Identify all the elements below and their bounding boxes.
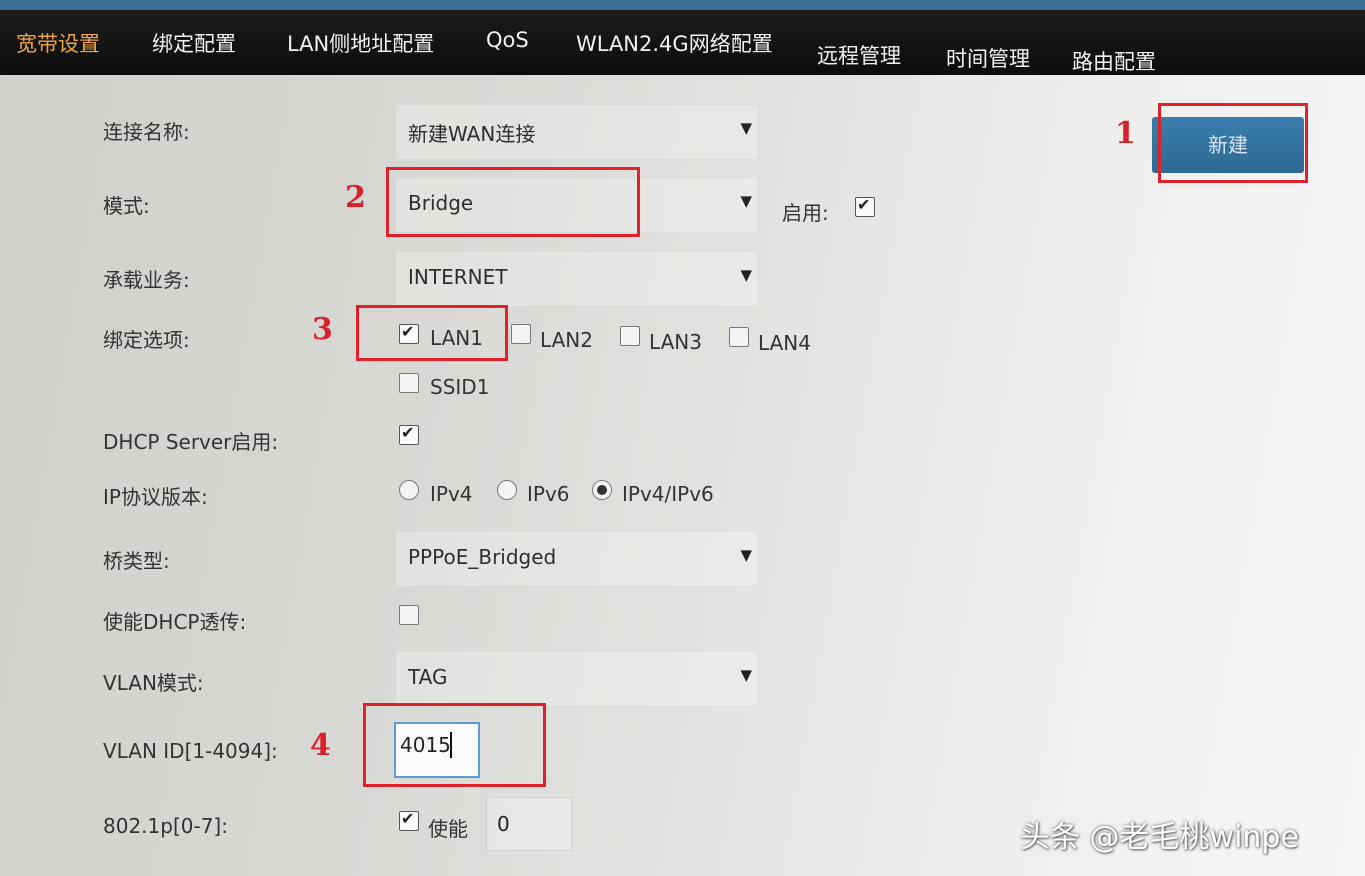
connection-name-select[interactable]: 新建WAN连接 ▼ xyxy=(395,104,759,160)
priority-enable-label: 使能 xyxy=(428,817,468,841)
connection-name-label: 连接名称: xyxy=(103,120,190,144)
ipv4-ipv6-label: IPv4/IPv6 xyxy=(622,482,714,506)
nav-tab-remote[interactable]: 远程管理 xyxy=(817,40,901,70)
vlan-mode-label: VLAN模式: xyxy=(103,671,204,695)
annotation-marker-3: 3 xyxy=(312,312,333,347)
bridge-type-label: 桥类型: xyxy=(103,549,170,573)
annotation-marker-1: 1 xyxy=(1115,116,1136,151)
lan3-checkbox[interactable] xyxy=(620,326,640,346)
lan4-label: LAN4 xyxy=(758,331,811,355)
priority-label: 802.1p[0-7]: xyxy=(103,814,228,838)
annotation-marker-4: 4 xyxy=(310,728,331,763)
enable-checkbox[interactable] xyxy=(855,195,875,217)
highlight-box-4 xyxy=(363,703,546,787)
annotation-marker-2: 2 xyxy=(345,180,366,215)
lan2-label: LAN2 xyxy=(540,328,593,352)
lan3-label: LAN3 xyxy=(649,330,702,354)
highlight-box-1 xyxy=(1158,103,1308,183)
bind-options-label: 绑定选项: xyxy=(103,328,190,352)
nav-tab-wlan[interactable]: WLAN2.4G网络配置 xyxy=(576,28,773,58)
vlan-id-label: VLAN ID[1-4094]: xyxy=(103,739,278,763)
dhcp-passthrough-checkbox[interactable] xyxy=(399,605,419,625)
vlan-mode-value: TAG xyxy=(408,665,448,689)
main-nav-bar: 宽带设置 绑定配置 LAN侧地址配置 QoS WLAN2.4G网络配置 远程管理… xyxy=(0,10,1365,75)
nav-tab-lan-address[interactable]: LAN侧地址配置 xyxy=(287,28,434,58)
priority-input[interactable]: 0 xyxy=(486,797,572,851)
service-label: 承载业务: xyxy=(103,268,190,292)
service-select[interactable]: INTERNET ▼ xyxy=(395,251,759,307)
ipv6-label: IPv6 xyxy=(527,482,570,506)
service-value: INTERNET xyxy=(408,265,508,289)
dropdown-arrow-icon: ▼ xyxy=(740,192,752,210)
priority-enable-checkbox[interactable] xyxy=(399,809,419,831)
nav-tab-qos[interactable]: QoS xyxy=(486,28,529,52)
nav-tab-binding[interactable]: 绑定配置 xyxy=(152,28,236,58)
nav-tab-routing[interactable]: 路由配置 xyxy=(1072,46,1156,76)
bridge-type-value: PPPoE_Bridged xyxy=(408,545,557,569)
dhcp-passthrough-label: 使能DHCP透传: xyxy=(103,610,247,634)
highlight-box-2 xyxy=(386,167,640,237)
ip-version-label: IP协议版本: xyxy=(103,485,208,509)
nav-tab-broadband[interactable]: 宽带设置 xyxy=(16,28,100,58)
dropdown-arrow-icon: ▼ xyxy=(740,119,752,137)
watermark-text: 头条 @老毛桃winpe xyxy=(1020,820,1299,855)
ipv6-radio[interactable] xyxy=(497,480,517,500)
dropdown-arrow-icon: ▼ xyxy=(740,546,752,564)
dhcp-server-label: DHCP Server启用: xyxy=(103,430,279,454)
ipv4-ipv6-radio[interactable] xyxy=(592,480,612,500)
highlight-box-3 xyxy=(356,305,508,361)
lan2-checkbox[interactable] xyxy=(511,324,531,344)
vlan-mode-select[interactable]: TAG ▼ xyxy=(395,651,759,707)
bridge-type-select[interactable]: PPPoE_Bridged ▼ xyxy=(395,531,759,587)
dropdown-arrow-icon: ▼ xyxy=(740,666,752,684)
enable-label: 启用: xyxy=(782,201,829,225)
top-header-strip xyxy=(0,0,1365,10)
dropdown-arrow-icon: ▼ xyxy=(740,266,752,284)
nav-tab-time[interactable]: 时间管理 xyxy=(946,43,1030,73)
ssid1-label: SSID1 xyxy=(430,375,490,399)
ipv4-label: IPv4 xyxy=(430,482,473,506)
lan4-checkbox[interactable] xyxy=(729,327,749,347)
connection-name-value: 新建WAN连接 xyxy=(408,122,536,146)
priority-value: 0 xyxy=(497,812,510,836)
mode-label: 模式: xyxy=(103,194,150,218)
ssid1-checkbox[interactable] xyxy=(399,373,419,393)
ipv4-radio[interactable] xyxy=(399,480,419,500)
dhcp-server-checkbox[interactable] xyxy=(399,423,419,445)
